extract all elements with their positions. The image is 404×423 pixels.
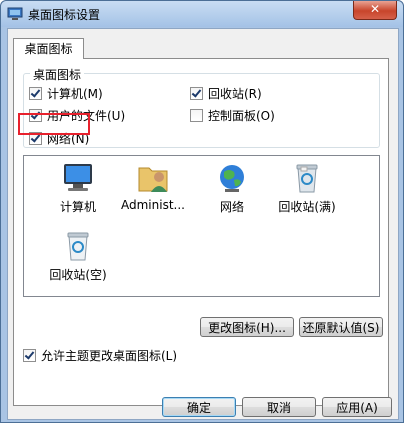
desktop-settings-icon <box>7 7 23 20</box>
icon-list[interactable]: 计算机 Administ... 网络 回收站(满) 回收站(空) <box>23 155 380 297</box>
checkbox-label: 回收站(R) <box>208 87 262 101</box>
checkbox-label: 允许主题更改桌面图标(L) <box>41 349 178 363</box>
checkbox-box[interactable] <box>190 109 203 122</box>
restore-default-button[interactable]: 还原默认值(S) <box>299 317 383 337</box>
item-label: 网络 <box>219 200 244 214</box>
list-item-computer[interactable]: 计算机 <box>41 162 115 215</box>
list-item-network[interactable]: 网络 <box>195 162 269 215</box>
change-icon-button[interactable]: 更改图标(H)... <box>200 317 294 337</box>
dialog-window: 桌面图标设置 ✕ 桌面图标 桌面图标 计算机(M) 回收站(R) 用户的文件(U… <box>0 0 404 423</box>
recycle-bin-empty-icon <box>67 232 89 261</box>
checkbox-recycle-bin[interactable]: 回收站(R) <box>190 85 262 102</box>
close-button[interactable]: ✕ <box>353 1 397 20</box>
cancel-button[interactable]: 取消 <box>242 397 316 417</box>
item-label: Administ... <box>121 198 185 212</box>
apply-button[interactable]: 应用(A) <box>322 397 392 417</box>
checkbox-box[interactable] <box>190 87 203 100</box>
list-item-recycle-bin-full[interactable]: 回收站(满) <box>270 162 344 215</box>
list-item-user-files[interactable]: Administ... <box>116 162 190 212</box>
dialog-client: 桌面图标 桌面图标 计算机(M) 回收站(R) 用户的文件(U) 控制面板(O)… <box>7 28 399 420</box>
checkbox-computer[interactable]: 计算机(M) <box>29 85 103 102</box>
ok-button[interactable]: 确定 <box>162 397 236 417</box>
network-globe-icon <box>220 165 244 192</box>
item-label: 回收站(空) <box>49 268 107 282</box>
computer-icon <box>64 164 92 191</box>
recycle-bin-full-icon <box>296 164 318 193</box>
desktop-icons-group: 桌面图标 计算机(M) 回收站(R) 用户的文件(U) 控制面板(O) 网络(N… <box>23 66 380 148</box>
item-label: 回收站(满) <box>278 200 336 214</box>
checkbox-label: 控制面板(O) <box>208 109 275 123</box>
title-bar[interactable]: 桌面图标设置 ✕ <box>1 1 403 27</box>
checkbox-label: 计算机(M) <box>47 87 103 101</box>
user-folder-icon <box>138 167 168 192</box>
item-label: 计算机 <box>59 200 96 214</box>
list-item-recycle-bin-empty[interactable]: 回收站(空) <box>41 230 115 283</box>
checkbox-allow-themes[interactable]: 允许主题更改桌面图标(L) <box>23 347 177 364</box>
checkbox-box[interactable] <box>29 87 42 100</box>
checkbox-box[interactable] <box>23 349 36 362</box>
tab-desktop-icons[interactable]: 桌面图标 <box>13 38 84 59</box>
tab-panel: 桌面图标 计算机(M) 回收站(R) 用户的文件(U) 控制面板(O) 网络(N… <box>13 58 389 406</box>
group-label: 桌面图标 <box>30 66 85 83</box>
window-title: 桌面图标设置 <box>28 8 101 22</box>
checkbox-control-panel[interactable]: 控制面板(O) <box>190 107 275 124</box>
highlight-rectangle <box>18 113 90 135</box>
